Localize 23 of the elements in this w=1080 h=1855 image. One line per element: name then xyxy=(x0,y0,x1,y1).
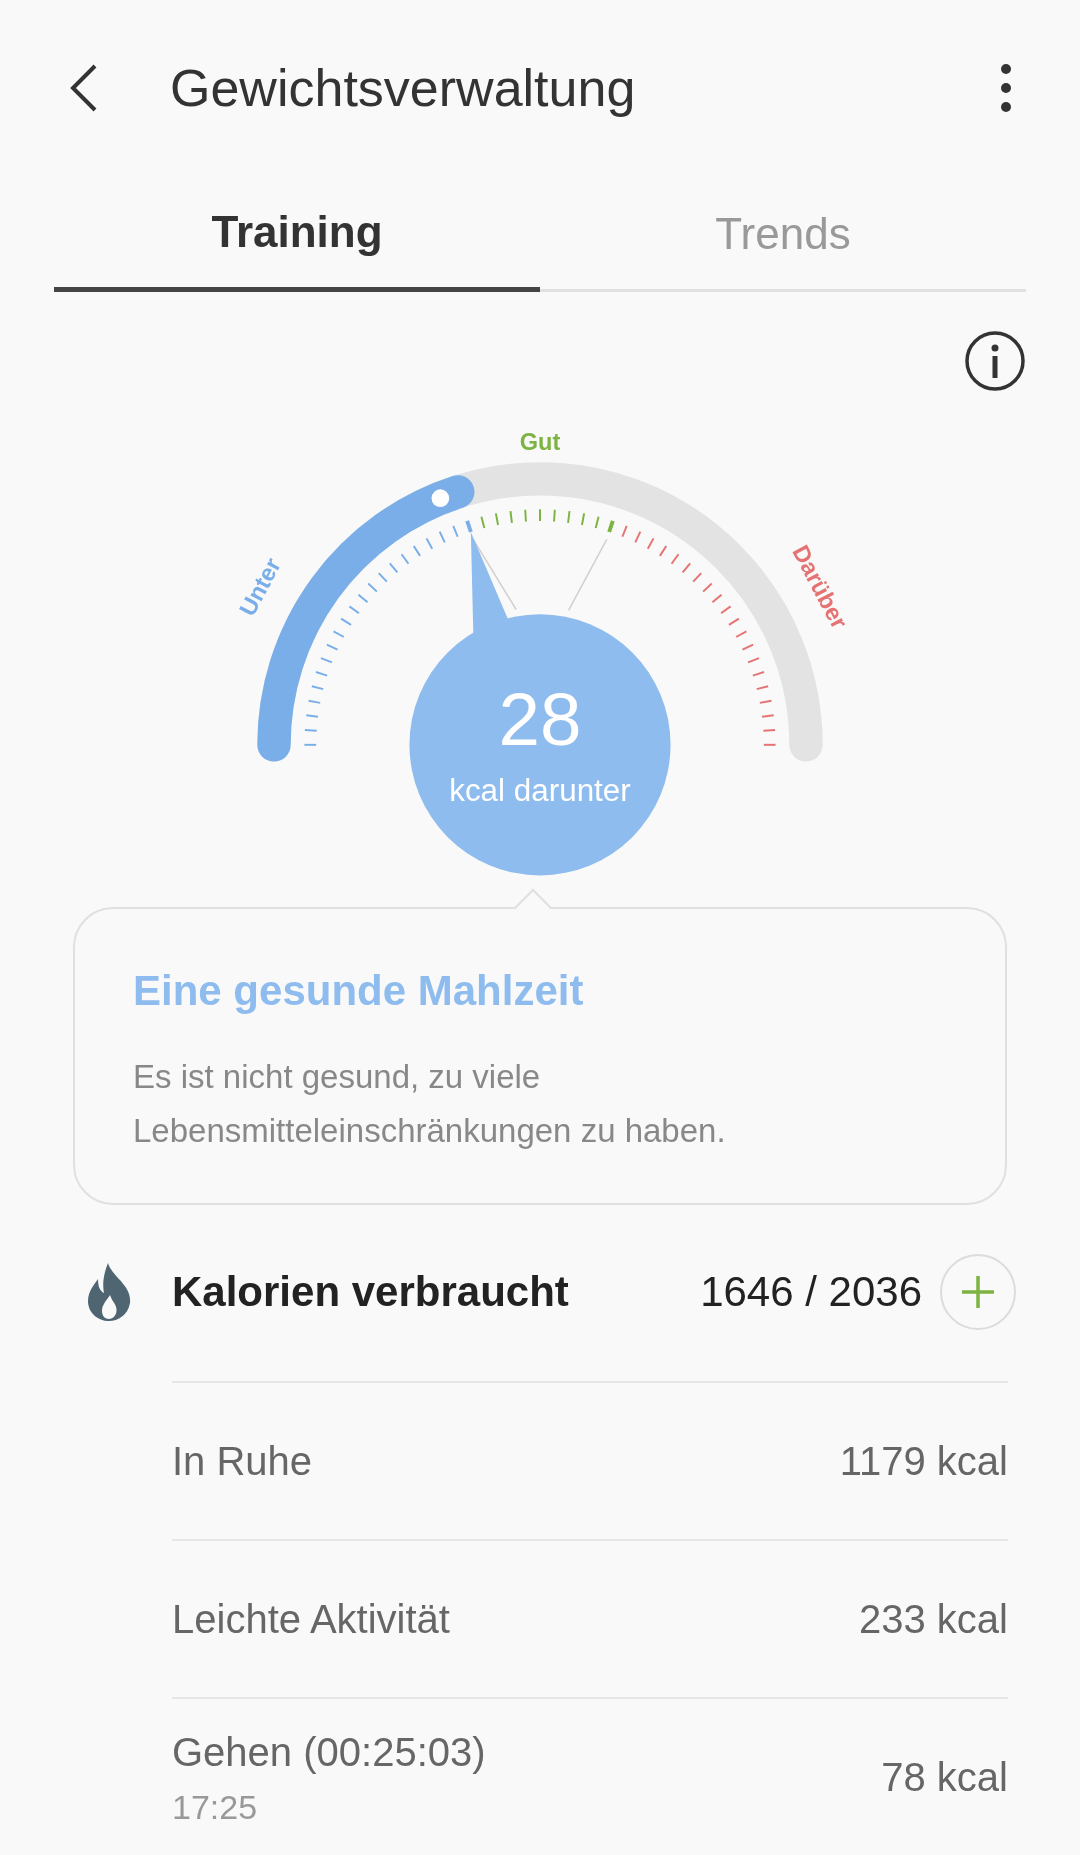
item-value: 1179 kcal xyxy=(839,1438,1008,1485)
gauge-unit: kcal darunter xyxy=(449,772,631,808)
calories-label: Kalorien verbraucht xyxy=(172,1267,570,1318)
back-icon xyxy=(69,63,99,114)
item-label: Leichte Aktivität xyxy=(172,1596,451,1643)
zone-label: Gut xyxy=(519,429,561,456)
zone-line xyxy=(472,538,517,610)
item-value: 78 kcal xyxy=(881,1754,1008,1801)
tip-title: Eine gesunde Mahlzeit xyxy=(133,965,585,1016)
tip-text: Es ist nicht gesund, zu viele Lebensmitteleinschränkungen zu haben. xyxy=(133,1056,727,1151)
calories-value: 1646 / 2036 xyxy=(700,1267,922,1318)
item-label: In Ruhe xyxy=(172,1438,314,1485)
flame-icon xyxy=(86,1262,132,1321)
item-time: 17:25 xyxy=(172,1786,259,1828)
tab[interactable]: Training xyxy=(54,176,540,292)
gauge-value: 28 xyxy=(498,676,582,761)
info-icon[interactable] xyxy=(964,329,1026,392)
item-label: Gehen (00:25:03) xyxy=(172,1728,487,1776)
more-icon xyxy=(1000,63,1012,114)
plus-icon xyxy=(960,1273,996,1310)
gauge-dot xyxy=(431,489,450,507)
page-title: Gewichtsverwaltung xyxy=(170,58,637,120)
item-value: 233 kcal xyxy=(859,1596,1008,1643)
